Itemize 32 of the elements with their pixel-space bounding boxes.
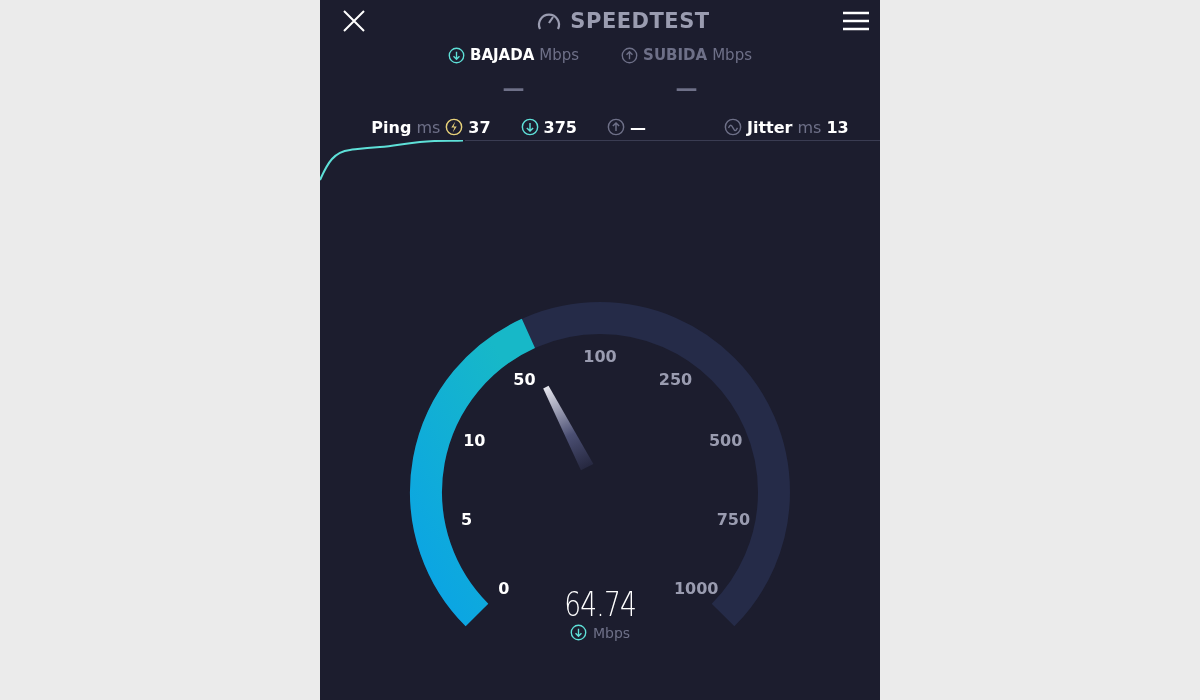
- scale-label: 10: [463, 430, 486, 450]
- scale-label: 750: [716, 509, 751, 529]
- scale-label: 0: [498, 578, 510, 598]
- stat-value: 13: [826, 117, 849, 137]
- download-icon: [448, 46, 465, 64]
- scale-label: 5: [461, 509, 473, 529]
- lightning-icon: [445, 118, 464, 136]
- stat-value: —: [630, 117, 646, 137]
- wave-icon: [724, 118, 742, 136]
- speed-value: —: [502, 78, 525, 100]
- close-icon[interactable]: [342, 9, 366, 33]
- app-title: SPEEDTEST: [570, 9, 710, 33]
- speed-reading: 64.74: [564, 584, 636, 624]
- scale-label: 500: [708, 430, 743, 450]
- stat-label: Jitter: [747, 117, 793, 137]
- download-icon: [569, 624, 587, 641]
- speed-value: —: [675, 78, 698, 100]
- scale-label: 1000: [673, 578, 719, 598]
- menu-icon[interactable]: [842, 11, 870, 31]
- speed-unit: Mbps: [592, 624, 631, 641]
- stat-label: Ping: [371, 117, 412, 137]
- direction-tab[interactable]: BAJADA Mbps: [444, 44, 584, 66]
- stat-value: 37: [468, 117, 491, 137]
- scale-label: 50: [513, 369, 536, 389]
- upload-icon: [621, 46, 639, 64]
- stat-unit: ms: [416, 117, 441, 137]
- download-icon: [520, 118, 539, 136]
- scale-label: 250: [658, 369, 693, 389]
- upload-icon: [607, 118, 625, 136]
- stat-value: 375: [543, 117, 577, 137]
- scale-label: 100: [583, 346, 617, 366]
- stat-unit: ms: [797, 117, 822, 137]
